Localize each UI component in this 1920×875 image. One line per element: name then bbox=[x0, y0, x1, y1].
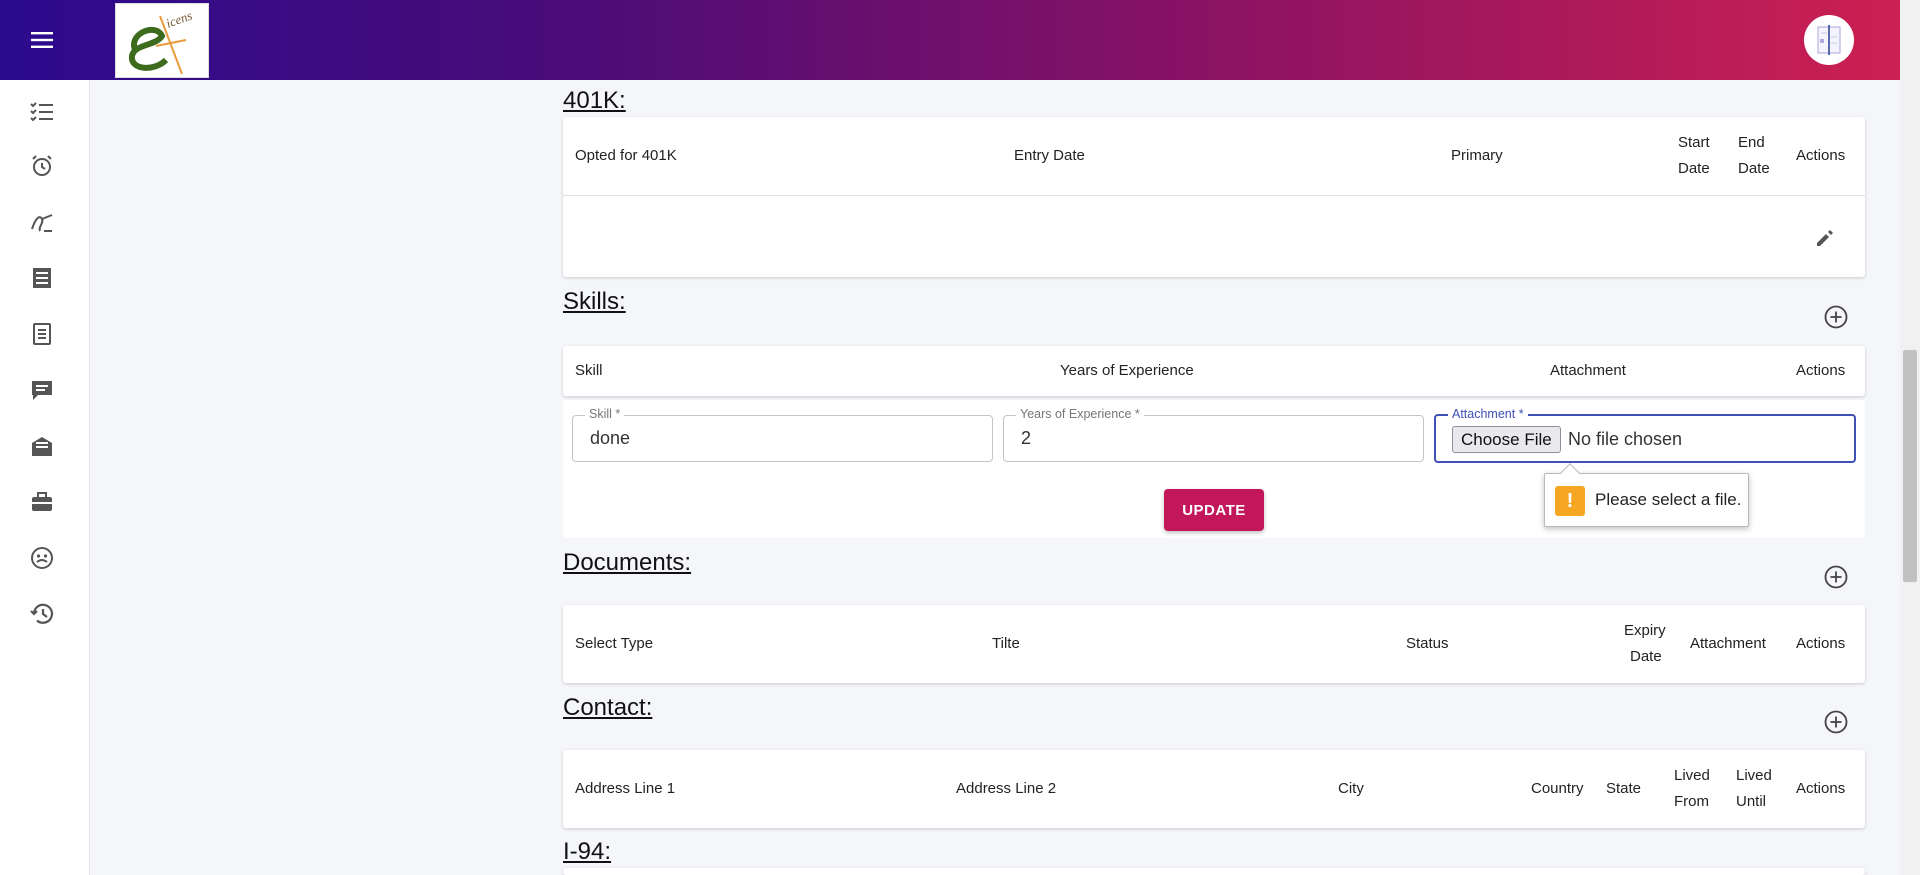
column-header: Date bbox=[1738, 160, 1770, 177]
mail-inbox-icon[interactable] bbox=[28, 432, 56, 460]
section-title-contact: Contact: bbox=[563, 694, 653, 721]
face-icon[interactable] bbox=[28, 544, 56, 572]
top-app-bar: icens bbox=[0, 0, 1900, 80]
edit-pencil-icon[interactable] bbox=[1810, 223, 1840, 253]
column-header: Entry Date bbox=[1014, 147, 1085, 164]
column-header: Date bbox=[1630, 648, 1662, 665]
section-title-skills: Skills: bbox=[563, 288, 626, 315]
column-header: Status bbox=[1406, 635, 1449, 652]
section-title-i94: I-94: bbox=[563, 838, 612, 865]
company-logo[interactable]: icens bbox=[115, 3, 209, 78]
add-contact-icon[interactable] bbox=[1821, 707, 1851, 737]
alarm-clock-icon[interactable] bbox=[28, 152, 56, 180]
add-document-icon[interactable] bbox=[1821, 562, 1851, 592]
table-contact-header: Address Line 1 Address Line 2 City Count… bbox=[563, 750, 1865, 828]
section-title-documents: Documents: bbox=[563, 549, 692, 576]
hamburger-menu-icon[interactable] bbox=[22, 18, 62, 62]
column-header: City bbox=[1338, 780, 1364, 797]
table-skills-header: Skill Years of Experience Attachment Act… bbox=[563, 346, 1865, 396]
table-documents-header: Select Type Tilte Status Expiry Date Att… bbox=[563, 605, 1865, 683]
column-header: Start bbox=[1678, 134, 1710, 151]
column-header: Tilte bbox=[992, 635, 1020, 652]
column-header: State bbox=[1606, 780, 1642, 797]
column-header: Lived bbox=[1674, 767, 1710, 784]
attachment-field-label: Attachment * bbox=[1448, 407, 1528, 421]
choose-file-button[interactable]: Choose File bbox=[1452, 426, 1561, 453]
table-401k: Opted for 401K Entry Date Primary Start … bbox=[563, 117, 1865, 277]
warning-icon: ! bbox=[1555, 486, 1585, 516]
column-header: Country bbox=[1531, 780, 1584, 797]
checklist-icon[interactable] bbox=[28, 97, 56, 125]
column-header: Skill bbox=[575, 362, 603, 379]
divider bbox=[563, 195, 1865, 196]
column-header: Actions bbox=[1796, 147, 1846, 164]
column-header: Address Line 1 bbox=[575, 780, 676, 797]
update-button[interactable]: UPDATE bbox=[1164, 489, 1264, 531]
svg-text:icens: icens bbox=[164, 8, 194, 31]
attachment-field[interactable]: Attachment * Choose File No file chosen bbox=[1434, 407, 1856, 463]
column-header: Lived bbox=[1736, 767, 1772, 784]
chat-icon[interactable] bbox=[28, 376, 56, 404]
column-header: Until bbox=[1736, 793, 1767, 810]
column-header: End bbox=[1738, 134, 1765, 151]
history-icon[interactable] bbox=[28, 600, 56, 628]
column-header: Select Type bbox=[575, 635, 654, 652]
section-title-401k: 401K: bbox=[563, 87, 626, 114]
years-field-label: Years of Experience * bbox=[1016, 407, 1144, 421]
briefcase-icon[interactable] bbox=[28, 488, 56, 516]
column-header: Date bbox=[1678, 160, 1710, 177]
table-i94-header bbox=[563, 868, 1865, 875]
column-header: Actions bbox=[1796, 780, 1846, 797]
column-header: Opted for 401K bbox=[575, 147, 677, 164]
years-of-experience-field[interactable]: Years of Experience * 2 bbox=[1003, 407, 1424, 462]
skill-field-value: done bbox=[590, 428, 631, 448]
column-header: From bbox=[1674, 793, 1709, 810]
column-header: Attachment bbox=[1690, 635, 1766, 652]
column-header: Address Line 2 bbox=[956, 780, 1057, 797]
signature-icon[interactable] bbox=[28, 208, 56, 236]
column-header: Actions bbox=[1796, 362, 1846, 379]
column-header: Primary bbox=[1451, 147, 1503, 164]
add-skill-icon[interactable] bbox=[1821, 302, 1851, 332]
page-scrollbar[interactable] bbox=[1900, 0, 1920, 875]
column-header: Attachment bbox=[1550, 362, 1626, 379]
skill-field-label: Skill * bbox=[585, 407, 625, 421]
validation-tooltip: ! Please select a file. bbox=[1544, 463, 1749, 527]
column-header: Actions bbox=[1796, 635, 1846, 652]
scrollbar-thumb[interactable] bbox=[1903, 350, 1917, 582]
receipt-icon[interactable] bbox=[28, 264, 56, 292]
sidebar-nav bbox=[0, 80, 90, 875]
column-header: Years of Experience bbox=[1060, 362, 1194, 379]
years-field-value: 2 bbox=[1021, 428, 1032, 448]
user-avatar[interactable] bbox=[1804, 15, 1854, 65]
column-header: Expiry bbox=[1624, 622, 1666, 639]
document-icon[interactable] bbox=[28, 320, 56, 348]
validation-message: Please select a file. bbox=[1595, 490, 1742, 509]
skill-field[interactable]: Skill * done bbox=[572, 407, 993, 462]
file-status-text: No file chosen bbox=[1568, 429, 1683, 449]
